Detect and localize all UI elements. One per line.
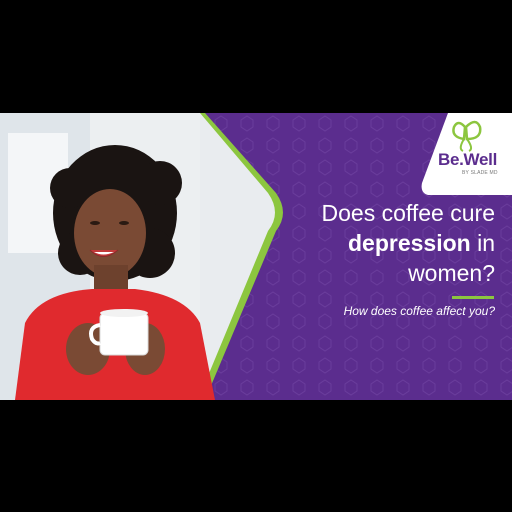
- headline-emphasis: depression: [347, 230, 471, 256]
- headline-line-2: depression in: [275, 228, 495, 258]
- subtitle: How does coffee affect you?: [343, 304, 495, 318]
- headline: Does coffee cure depression in women?: [275, 198, 495, 288]
- headline-line-3: women?: [408, 260, 495, 286]
- brand-logo-text: Be.Well: [438, 150, 497, 169]
- brand-logo-subtext: BY SLADE MD: [462, 170, 498, 176]
- accent-divider: [452, 296, 494, 299]
- headline-line-2-rest: in: [470, 230, 495, 256]
- headline-line-1: Does coffee cure: [321, 200, 495, 226]
